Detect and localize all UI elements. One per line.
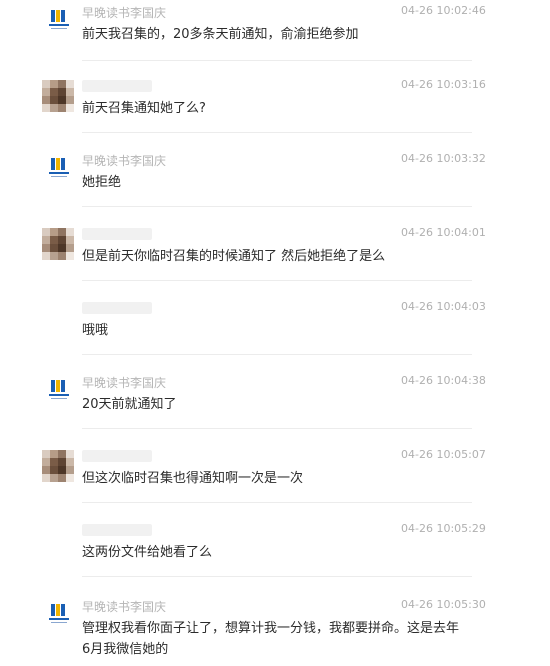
blurred-sender-name (82, 302, 152, 314)
message-divider (82, 428, 472, 429)
blurred-sender-name (82, 450, 152, 462)
message-text: 20天前就通知了 (82, 397, 177, 412)
sender-name[interactable]: 早晚读书李国庆 (82, 598, 166, 615)
chat-history: 早晚读书李国庆 04-26 10:02:46 前天我召集的，20多条天前通知，俞… (0, 0, 550, 666)
message-divider (82, 132, 472, 133)
blurred-sender-name (82, 228, 152, 240)
message-timestamp: 04-26 10:03:16 (401, 78, 486, 91)
blurred-sender-name (82, 80, 152, 92)
message-timestamp: 04-26 10:04:38 (401, 374, 486, 387)
message-timestamp: 04-26 10:05:30 (401, 598, 486, 611)
brand-logo-avatar[interactable] (47, 602, 71, 626)
message-text: 哦哦 (82, 323, 109, 338)
brand-logo-avatar[interactable] (47, 378, 71, 402)
message-divider (82, 206, 472, 207)
message-divider (82, 502, 472, 503)
book-logo-icon (49, 10, 69, 29)
message-text: 管理权我看你面子让了，想算计我一分钱，我都要拼命。这是去年6月我微信她的 (82, 621, 460, 657)
message-divider (82, 280, 472, 281)
book-logo-icon (49, 380, 69, 399)
message-text: 但是前天你临时召集的时候通知了 然后她拒绝了是么 (82, 249, 386, 264)
pixelated-avatar[interactable] (42, 450, 74, 482)
pixelated-avatar[interactable] (42, 80, 74, 112)
message-divider (82, 60, 472, 61)
message-text: 她拒绝 (82, 175, 122, 190)
brand-logo-avatar[interactable] (47, 8, 71, 32)
message-timestamp: 04-26 10:03:32 (401, 152, 486, 165)
message-timestamp: 04-26 10:05:07 (401, 448, 486, 461)
sender-name[interactable]: 早晚读书李国庆 (82, 4, 166, 21)
message-text: 前天召集通知她了么? (82, 101, 206, 116)
pixelated-avatar[interactable] (42, 228, 74, 260)
message-text: 这两份文件给她看了么 (82, 545, 213, 560)
sender-name[interactable]: 早晚读书李国庆 (82, 152, 166, 169)
book-logo-icon (49, 604, 69, 623)
message-timestamp: 04-26 10:04:03 (401, 300, 486, 313)
message-text: 但这次临时召集也得通知啊一次是一次 (82, 471, 304, 486)
message-timestamp: 04-26 10:02:46 (401, 4, 486, 17)
message-divider (82, 576, 472, 577)
message-text: 前天我召集的，20多条天前通知，俞渝拒绝参加 (82, 27, 359, 42)
sender-name[interactable]: 早晚读书李国庆 (82, 374, 166, 391)
message-divider (82, 354, 472, 355)
blurred-sender-name (82, 524, 152, 536)
brand-logo-avatar[interactable] (47, 156, 71, 180)
message-timestamp: 04-26 10:04:01 (401, 226, 486, 239)
book-logo-icon (49, 158, 69, 177)
message-timestamp: 04-26 10:05:29 (401, 522, 486, 535)
